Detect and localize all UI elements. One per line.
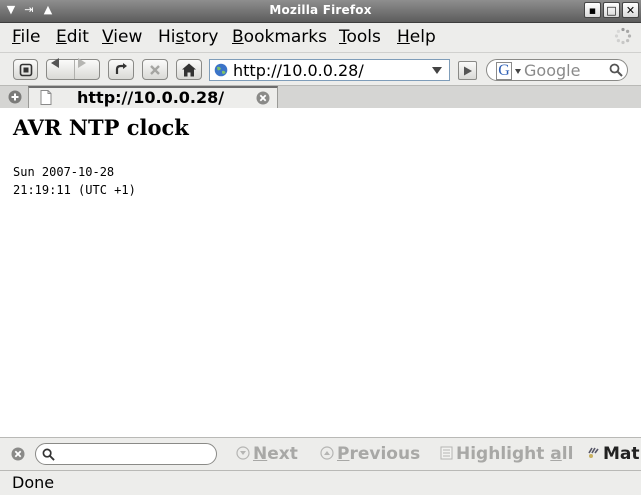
find-input[interactable]	[35, 443, 217, 465]
menu-bookmarks[interactable]: Bookmarks	[232, 26, 327, 48]
home-button[interactable]	[176, 59, 202, 80]
find-bar: Next Previous Highlight all Mat	[0, 437, 641, 470]
new-tab-icon	[19, 63, 32, 76]
google-engine-icon[interactable]: G	[496, 62, 512, 80]
new-tab-button[interactable]	[13, 59, 38, 80]
back-arrow-icon	[51, 58, 59, 68]
back-forward-group	[46, 58, 101, 80]
match-case-icon	[588, 447, 599, 458]
maximize-button[interactable]: □	[603, 2, 620, 18]
reload-icon	[115, 62, 127, 74]
forward-button[interactable]	[74, 58, 101, 79]
throbber-icon	[614, 27, 632, 45]
menu-help[interactable]: Help	[397, 26, 436, 48]
menu-view[interactable]: View	[102, 26, 142, 48]
add-tab-icon[interactable]	[8, 90, 22, 104]
find-previous-icon	[320, 446, 334, 460]
window-title: Mozilla Firefox	[269, 3, 372, 17]
close-findbar-icon[interactable]	[11, 447, 25, 461]
tab-strip: http://10.0.0.28/	[0, 85, 641, 109]
menu-file[interactable]: File	[12, 26, 40, 48]
navigation-toolbar: http://10.0.0.28/ G Google	[0, 52, 641, 86]
clock-date: Sun 2007-10-28	[13, 165, 115, 179]
reload-button[interactable]	[108, 59, 134, 80]
find-search-icon	[42, 448, 55, 461]
window-titlebar[interactable]: ▼ ⇥ ▲ Mozilla Firefox ▪ □ ✕	[0, 0, 641, 23]
status-bar: Done	[0, 470, 641, 495]
tab-active[interactable]: http://10.0.0.28/	[28, 86, 278, 108]
find-previous-button[interactable]: Previous	[320, 444, 420, 464]
page-content: AVR NTP clock Sun 2007-10-28 21:19:11 (U…	[0, 108, 641, 437]
menu-edit[interactable]: Edit	[56, 26, 89, 48]
menu-history[interactable]: History	[158, 26, 219, 48]
menu-tools[interactable]: Tools	[339, 26, 381, 48]
highlight-icon	[440, 446, 453, 460]
home-icon	[182, 63, 196, 76]
match-case-button[interactable]: Mat	[587, 444, 640, 464]
engine-dropdown-icon[interactable]	[515, 69, 521, 74]
close-window-button[interactable]: ✕	[622, 2, 639, 18]
clock-time: 21:19:11 (UTC +1)	[13, 183, 136, 197]
stop-icon	[150, 64, 160, 75]
tab-label: http://10.0.0.28/	[77, 88, 225, 107]
globe-icon	[214, 63, 228, 77]
stop-button[interactable]	[142, 59, 168, 80]
search-bar[interactable]: G Google	[486, 59, 628, 81]
close-tab-icon[interactable]	[256, 91, 270, 105]
url-bar[interactable]: http://10.0.0.28/	[209, 59, 450, 81]
search-icon[interactable]	[609, 63, 623, 77]
menu-bar: File Edit View History Bookmarks Tools H…	[0, 23, 641, 51]
highlight-all-button[interactable]: Highlight all	[440, 444, 573, 464]
go-arrow-icon	[463, 66, 472, 75]
back-button[interactable]	[47, 58, 74, 79]
url-text: http://10.0.0.28/	[233, 61, 364, 80]
page-heading: AVR NTP clock	[13, 115, 189, 140]
find-next-button[interactable]: Next	[236, 444, 298, 464]
search-placeholder: Google	[524, 61, 581, 80]
minimize-button[interactable]: ▪	[584, 2, 601, 18]
page-icon	[40, 90, 52, 105]
status-text: Done	[12, 473, 55, 492]
forward-arrow-icon	[78, 58, 86, 68]
go-button[interactable]	[458, 61, 477, 80]
url-dropdown-icon[interactable]	[432, 67, 442, 75]
find-next-icon	[236, 446, 250, 460]
